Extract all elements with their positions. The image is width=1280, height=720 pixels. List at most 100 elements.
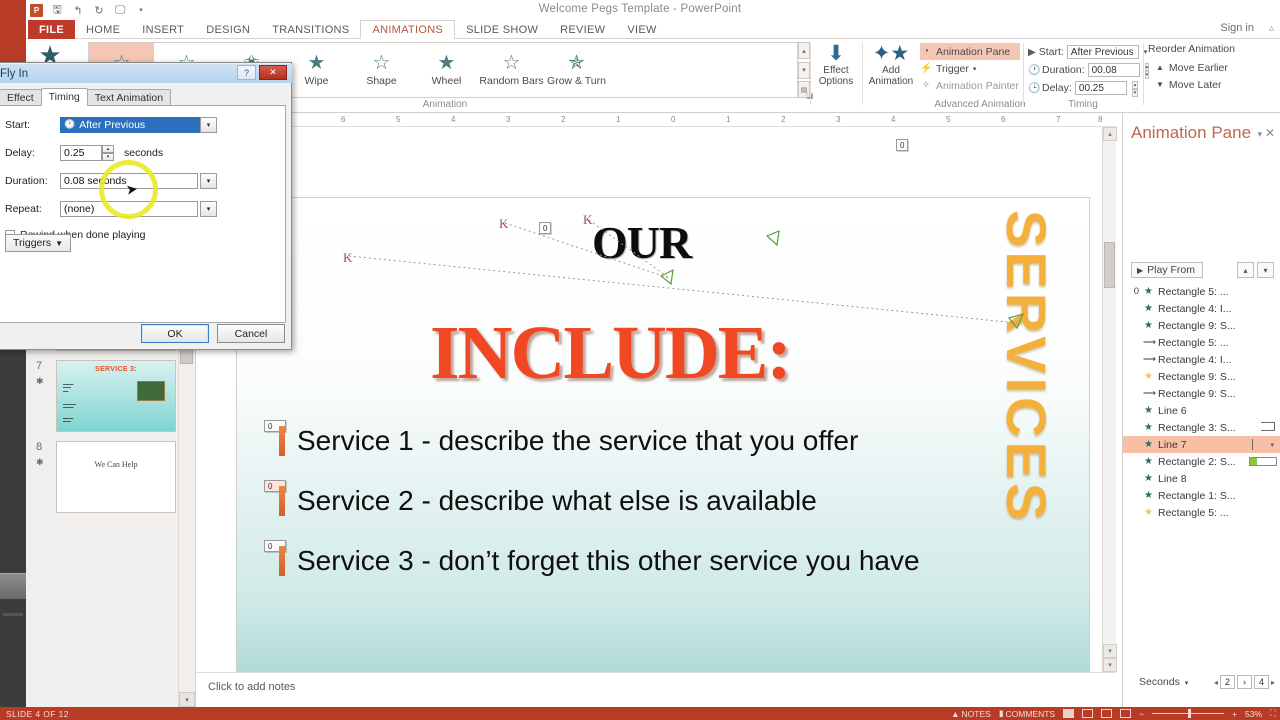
animation-item-2[interactable]: ★ Rectangle 9: S...	[1123, 317, 1280, 334]
animation-item-7[interactable]: ★ Line 6	[1123, 402, 1280, 419]
slide-overline-text[interactable]: OUR	[592, 216, 692, 269]
slide-scroll-thumb[interactable]	[1104, 242, 1115, 288]
delay-field[interactable]: 00.25	[1074, 81, 1127, 95]
tab-slide-show[interactable]: SLIDE SHOW	[455, 20, 549, 39]
animation-item-10[interactable]: ★ Rectangle 2: S...	[1123, 453, 1280, 470]
animation-move-down-icon[interactable]: ▾	[1257, 262, 1274, 278]
animation-pane-close-icon[interactable]: ✕	[1265, 126, 1275, 140]
triggers-button[interactable]: Triggers ▼	[5, 234, 72, 252]
dialog-start-dropdown-icon[interactable]: ▾	[200, 116, 217, 133]
dialog-start-combo[interactable]: 🕐 After Previous ▾	[60, 116, 217, 133]
tab-review[interactable]: REVIEW	[549, 20, 616, 39]
gallery-scroll-buttons[interactable]: ▴ ▾ ▤	[798, 42, 810, 98]
animation-item-5[interactable]: ★ Rectangle 9: S...	[1123, 368, 1280, 385]
zoom-in-icon[interactable]: +	[1232, 709, 1237, 719]
trigger-dropdown-icon[interactable]: ▾	[973, 65, 977, 73]
start-combo[interactable]: After Previous	[1066, 45, 1139, 59]
animation-tag-title[interactable]: 0	[896, 139, 909, 151]
timeline-zoom-in-button[interactable]: 4	[1253, 675, 1269, 689]
dialog-tab-effect[interactable]: Effect	[0, 89, 42, 106]
animation-item-13[interactable]: ★ Rectangle 5: ...	[1123, 504, 1280, 521]
slide-bullet-1[interactable]: Service 1 - describe the service that yo…	[297, 425, 858, 457]
dialog-tabs[interactable]: Effect Timing Text Animation	[0, 88, 172, 106]
timeline-zoom-controls[interactable]: ◂ 2 › 4 ▸	[1214, 675, 1275, 689]
animation-wheel[interactable]: ★ Wheel	[414, 43, 479, 97]
timeline-zoom-out-button[interactable]: 2	[1219, 675, 1235, 689]
slide-scroll-up-icon[interactable]: ▴	[1103, 127, 1117, 141]
dialog-ok-button[interactable]: OK	[141, 324, 209, 343]
slide-title-text[interactable]: INCLUDE:	[430, 310, 792, 397]
tab-file[interactable]: FILE	[28, 20, 76, 39]
view-slide-sorter-icon[interactable]	[1082, 709, 1094, 718]
animation-pane-dropdown-icon[interactable]: ▾	[1257, 129, 1262, 140]
animation-item-6[interactable]: ⟶ Rectangle 9: S...	[1123, 385, 1280, 402]
dialog-repeat-dropdown-icon[interactable]: ▾	[200, 200, 217, 217]
slide-next-slide-icon[interactable]: ▾	[1103, 658, 1117, 672]
animation-random-bars[interactable]: ☆ Random Bars	[479, 43, 544, 97]
animation-grow-turn[interactable]: ✯ Grow & Turn	[544, 43, 609, 97]
slide-edit-area[interactable]: 0 0 OUR INCLUDE: SERVICES K K K 0 Servic…	[196, 127, 1116, 720]
animation-item-12[interactable]: ★ Rectangle 1: S...	[1123, 487, 1280, 504]
tab-home[interactable]: HOME	[75, 20, 131, 39]
zoom-slider-knob[interactable]	[1188, 709, 1192, 718]
animation-reorder-buttons[interactable]: ▴ ▾	[1237, 262, 1274, 278]
tab-view[interactable]: VIEW	[616, 20, 667, 39]
view-reading-icon[interactable]	[1101, 709, 1113, 718]
fit-to-window-icon[interactable]: ⛶	[1270, 708, 1276, 719]
zoom-left-arrow-icon[interactable]: ◂	[1214, 678, 1218, 687]
move-earlier-button[interactable]: ▲ Move Earlier	[1148, 59, 1248, 76]
animation-item-8[interactable]: ★ Rectangle 3: S...	[1123, 419, 1280, 436]
delay-spinner[interactable]: ▴ ▾	[1131, 81, 1138, 97]
dialog-tab-text-animation[interactable]: Text Animation	[86, 89, 172, 106]
thumbnail-slide-8[interactable]: We Can Help	[56, 441, 176, 513]
animation-item-9-menu-icon[interactable]: ▾	[1270, 441, 1274, 449]
tab-insert[interactable]: INSERT	[131, 20, 195, 39]
animation-painter-button[interactable]: ✧ Animation Painter	[920, 77, 1020, 94]
slide-canvas[interactable]: 0 OUR INCLUDE: SERVICES K K K 0 Service …	[236, 197, 1090, 720]
animation-item-3[interactable]: ⟶ Rectangle 5: ...	[1123, 334, 1280, 351]
sign-in-button[interactable]: Sign in	[1220, 22, 1254, 34]
animation-wipe[interactable]: ★ Wipe	[284, 43, 349, 97]
tab-design[interactable]: DESIGN	[195, 20, 261, 39]
thumbnail-slide-7[interactable]: SERVICE 3: ▬▬▬▬ ▬▬▬ ▬▬ ▬▬▬▬▬ ▬▬▬▬ ▬▬▬▬ ▬▬▬	[56, 360, 176, 432]
animation-list[interactable]: 0 ★ Rectangle 5: ... ★ Rectangle 4: I...…	[1123, 283, 1280, 521]
view-normal-icon[interactable]	[1063, 709, 1075, 718]
animation-item-0[interactable]: 0 ★ Rectangle 5: ...	[1123, 283, 1280, 300]
dialog-delay-spinner[interactable]: ▴ ▾	[102, 144, 114, 161]
gallery-scroll-up-icon[interactable]: ▴	[798, 42, 810, 59]
slide-bullet-2[interactable]: Service 2 - describe what else is availa…	[297, 485, 817, 517]
dialog-delay-field[interactable]: 0.25	[60, 144, 102, 161]
duration-field[interactable]: 00.08	[1087, 63, 1140, 77]
move-later-button[interactable]: ▼ Move Later	[1148, 76, 1248, 93]
animation-move-up-icon[interactable]: ▴	[1237, 262, 1254, 278]
zoom-slider[interactable]	[1152, 709, 1225, 718]
play-from-button[interactable]: ▶ Play From	[1131, 262, 1203, 278]
animation-pane[interactable]: Animation Pane ▾ ✕ ▶ Play From ▴ ▾ 0 ★ R…	[1122, 113, 1280, 707]
view-slideshow-icon[interactable]	[1120, 709, 1132, 718]
dialog-close-button[interactable]: ✕	[259, 65, 287, 80]
start-dropdown-icon[interactable]: ▾	[1144, 48, 1148, 56]
dialog-tab-timing[interactable]: Timing	[40, 88, 88, 106]
zoom-right-arrow-icon[interactable]: ▸	[1271, 678, 1275, 687]
slide-scroll-down-icon[interactable]: ▾	[1103, 644, 1117, 658]
animation-item-4[interactable]: ⟶ Rectangle 4: I...	[1123, 351, 1280, 368]
dialog-duration-dropdown-icon[interactable]: ▾	[200, 172, 217, 189]
add-animation-button[interactable]: ✦★ Add Animation	[866, 42, 916, 100]
slide-vertical-text[interactable]: SERVICES	[994, 210, 1059, 524]
animation-item-9[interactable]: ★ Line 7 ▾	[1123, 436, 1280, 453]
timeline-bar-10[interactable]	[1249, 457, 1277, 466]
gallery-scroll-down-icon[interactable]: ▾	[798, 61, 810, 79]
notes-button[interactable]: ▲ NOTES	[951, 709, 991, 719]
tab-transitions[interactable]: TRANSITIONS	[261, 20, 360, 39]
dialog-help-button[interactable]: ?	[237, 65, 256, 80]
ribbon-tabs[interactable]: FILE HOME INSERT DESIGN TRANSITIONS ANIM…	[28, 20, 668, 40]
animation-pane-button[interactable]: ◔ Animation Pane	[920, 43, 1020, 60]
collapse-ribbon-icon[interactable]: ▵	[1269, 23, 1274, 34]
animation-item-1[interactable]: ★ Rectangle 4: I...	[1123, 300, 1280, 317]
animation-shape[interactable]: ☆ Shape	[349, 43, 414, 97]
notes-pane[interactable]: Click to add notes	[196, 672, 1116, 707]
seconds-dropdown[interactable]: Seconds ▾	[1139, 676, 1188, 688]
dialog-buttons[interactable]: OK Cancel	[141, 324, 285, 343]
animation-item-11[interactable]: ★ Line 8	[1123, 470, 1280, 487]
dialog-cancel-button[interactable]: Cancel	[217, 324, 285, 343]
